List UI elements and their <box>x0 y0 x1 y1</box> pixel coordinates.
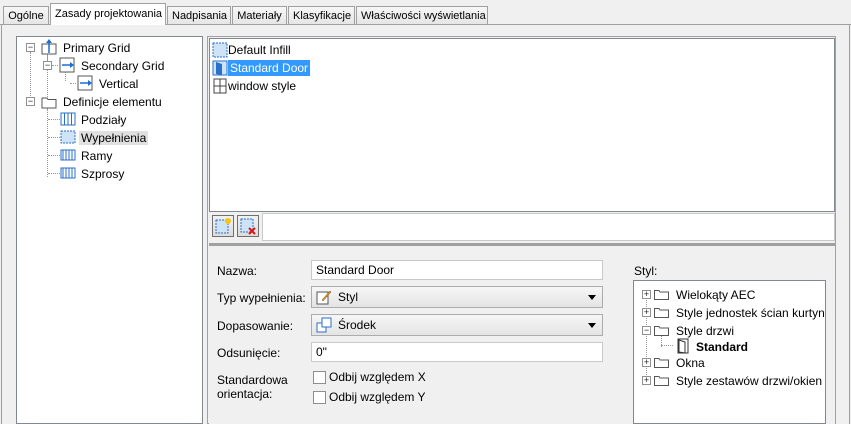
infill-type-value: Styl <box>338 290 359 304</box>
tab-overrides[interactable]: Nadpisania <box>167 6 231 24</box>
tree-line <box>52 65 58 66</box>
style-item-door-window-assemblies[interactable]: Style zestawów drzwi/okien <box>674 372 824 390</box>
orientation-label-2: orientacja: <box>217 387 273 401</box>
style-item-windows[interactable]: Okna <box>674 354 707 372</box>
style-item-aec-polygons[interactable]: Wielokąty AEC <box>674 286 757 304</box>
vertical-grid-icon <box>77 75 93 91</box>
tree-item-infills[interactable]: Wypełnienia <box>79 129 149 147</box>
align-center-icon <box>316 317 332 333</box>
offset-field[interactable]: 0" <box>311 342 603 362</box>
window-icon <box>213 78 227 94</box>
flip-x-checkbox[interactable] <box>313 371 326 384</box>
expand-icon[interactable]: + <box>642 308 651 317</box>
list-item[interactable]: Default Infill <box>228 41 291 59</box>
tree-line <box>30 52 31 102</box>
tree-line <box>48 155 60 156</box>
folder-icon <box>654 358 669 368</box>
tree-item-primary-grid[interactable]: Primary Grid <box>61 39 132 57</box>
folder-open-icon <box>654 326 669 336</box>
flip-x-label[interactable]: Odbij względem X <box>329 370 426 384</box>
divisions-icon <box>60 112 76 126</box>
list-item-selected[interactable]: Standard Door <box>228 59 311 77</box>
style-icon <box>316 290 332 305</box>
alignment-dropdown[interactable]: Środek <box>311 314 603 336</box>
tree-item-element-definitions[interactable]: Definicje elementu <box>61 93 164 111</box>
new-infill-icon <box>215 218 231 234</box>
folder-icon <box>654 376 669 386</box>
infill-type-dropdown[interactable]: Styl <box>311 286 603 308</box>
collapse-icon[interactable]: − <box>43 61 52 70</box>
folder-icon <box>654 290 669 300</box>
orientation-label: Standardowa <box>217 373 288 387</box>
element-tree[interactable]: − Primary Grid − Secondary Grid Vertical… <box>16 36 203 424</box>
name-label: Nazwa: <box>217 264 258 278</box>
list-item[interactable]: window style <box>228 77 296 95</box>
frames-icon <box>60 149 76 161</box>
collapse-icon[interactable]: − <box>26 97 35 106</box>
tree-item-vertical[interactable]: Vertical <box>97 75 140 93</box>
tree-line <box>661 345 673 346</box>
folder-icon <box>41 97 57 109</box>
flip-y-checkbox[interactable] <box>313 391 326 404</box>
tree-line <box>48 137 60 138</box>
collapse-icon[interactable]: − <box>26 43 35 52</box>
secondary-grid-icon <box>59 57 75 73</box>
infills-icon <box>60 130 76 144</box>
flip-y-label[interactable]: Odbij względem Y <box>329 390 426 404</box>
tree-item-frames[interactable]: Ramy <box>79 147 114 165</box>
offset-label: Odsunięcie: <box>217 346 281 360</box>
default-infill-icon <box>212 42 228 58</box>
chevron-down-icon <box>588 323 596 328</box>
collapse-icon[interactable]: − <box>642 326 651 335</box>
new-infill-button[interactable] <box>212 215 234 237</box>
tree-item-secondary-grid[interactable]: Secondary Grid <box>79 57 166 75</box>
tab-classifications[interactable]: Klasyfikacje <box>288 6 355 24</box>
expand-icon[interactable]: + <box>642 376 651 385</box>
tab-materials[interactable]: Materiały <box>232 6 287 24</box>
expand-icon[interactable]: + <box>642 358 651 367</box>
name-field[interactable]: Standard Door <box>311 260 603 280</box>
mullions-icon <box>60 167 76 179</box>
infill-list[interactable]: Default Infill Standard Door window styl… <box>209 38 835 212</box>
style-label: Styl: <box>634 264 658 278</box>
alignment-label: Dopasowanie: <box>217 319 294 333</box>
door-icon <box>212 60 228 76</box>
chevron-down-icon <box>588 295 596 300</box>
tree-line <box>48 119 60 120</box>
infill-type-label: Typ wypełnienia: <box>217 291 306 305</box>
expand-icon[interactable]: + <box>642 290 651 299</box>
style-tree[interactable]: + Wielokąty AEC + Style jednostek ścian … <box>633 280 826 424</box>
tree-line <box>48 173 60 174</box>
tab-display-properties[interactable]: Właściwości wyświetlania <box>356 6 488 24</box>
tree-item-divisions[interactable]: Podziały <box>79 111 128 129</box>
tree-line <box>70 83 76 84</box>
delete-infill-icon <box>240 218 256 235</box>
style-item-curtain-wall-units[interactable]: Style jednostek ścian kurtynowych <box>674 304 825 322</box>
tab-design-rules[interactable]: Zasady projektowania <box>50 3 166 25</box>
folder-icon <box>654 308 669 318</box>
toolbar-blank-area <box>262 213 835 241</box>
delete-infill-button[interactable] <box>237 215 259 237</box>
door-icon <box>677 338 689 354</box>
tree-item-mullions[interactable]: Szprosy <box>79 165 126 183</box>
alignment-value: Środek <box>338 318 377 332</box>
primary-grid-icon <box>41 39 57 55</box>
tab-general[interactable]: Ogólne <box>3 6 49 24</box>
